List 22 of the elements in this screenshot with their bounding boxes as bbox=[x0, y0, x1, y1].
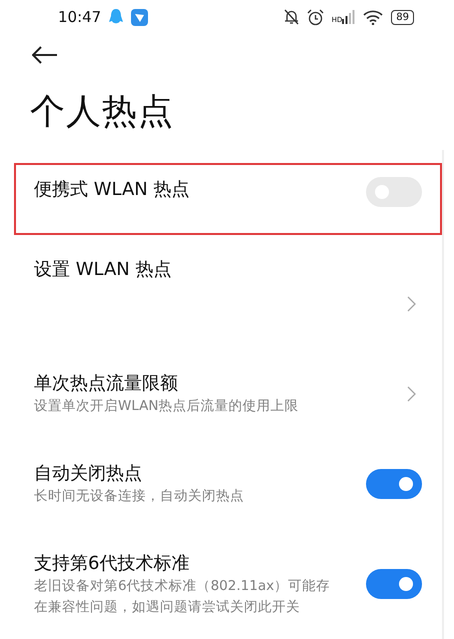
setting-title: 支持第6代技术标准 bbox=[34, 552, 190, 576]
setting-title: 自动关闭热点 bbox=[34, 462, 143, 486]
penguin-icon bbox=[109, 8, 124, 26]
page-title: 个人热点 bbox=[29, 91, 175, 134]
setting-title: 设置 WLAN 热点 bbox=[34, 258, 172, 282]
muted-bell-icon bbox=[284, 9, 299, 25]
setting-title: 便携式 WLAN 热点 bbox=[34, 178, 190, 202]
setting-description: 老旧设备对第6代技术标准（802.11ax）可能存在兼容性问题，如遇问题请尝试关闭此开关 bbox=[34, 577, 332, 618]
chevron-icon bbox=[407, 296, 416, 312]
toggle-switch[interactable] bbox=[366, 468, 422, 499]
chevron-icon bbox=[407, 386, 416, 402]
setting-title: 单次热点流量限额 bbox=[34, 372, 179, 396]
clock-time: 10:47 bbox=[58, 6, 102, 28]
back-arrow-icon[interactable] bbox=[32, 46, 58, 64]
battery-indicator: 89 bbox=[391, 10, 414, 24]
toggle-switch[interactable] bbox=[366, 569, 422, 600]
alarm-icon bbox=[306, 8, 324, 26]
signal-icon bbox=[342, 10, 356, 24]
setting-description: 长时间无设备连接，自动关闭热点 bbox=[34, 486, 244, 506]
wifi-icon bbox=[363, 10, 384, 24]
app-icon bbox=[131, 8, 148, 26]
setting-description: 设置单次开启WLAN热点后流量的使用上限 bbox=[34, 396, 299, 416]
